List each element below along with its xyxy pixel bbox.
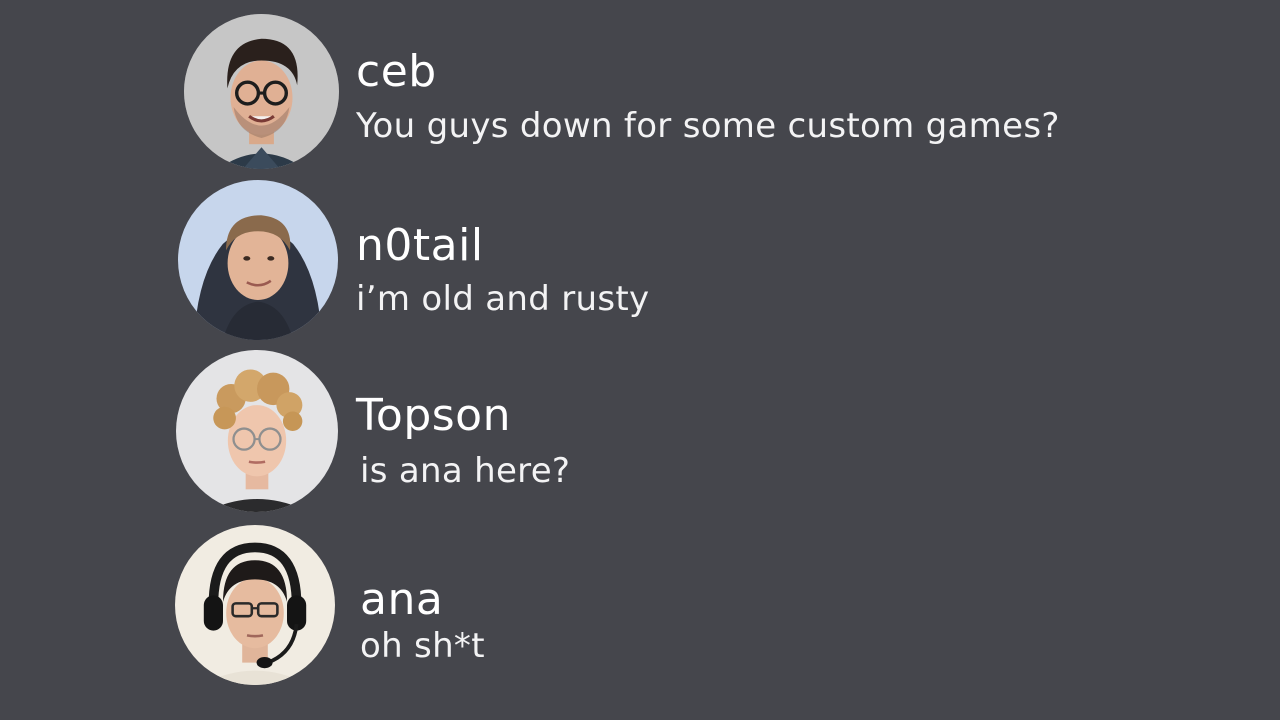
n0tail-avatar-photo: [178, 180, 338, 340]
message-text: oh sh*t: [360, 626, 485, 666]
message-text: is ana here?: [360, 451, 571, 491]
ana-avatar-photo: [175, 525, 335, 685]
chat-log: ceb You guys down for some custom games?: [0, 0, 1280, 720]
username: ana: [360, 574, 444, 625]
username: Topson: [356, 390, 511, 441]
chat-message: ana oh sh*t: [0, 0, 1280, 685]
message-text: i’m old and rusty: [356, 279, 650, 319]
avatar[interactable]: [176, 350, 338, 512]
avatar[interactable]: [178, 180, 338, 340]
topson-avatar-photo: [176, 350, 338, 512]
avatar[interactable]: [175, 525, 335, 685]
username: n0tail: [356, 220, 484, 271]
